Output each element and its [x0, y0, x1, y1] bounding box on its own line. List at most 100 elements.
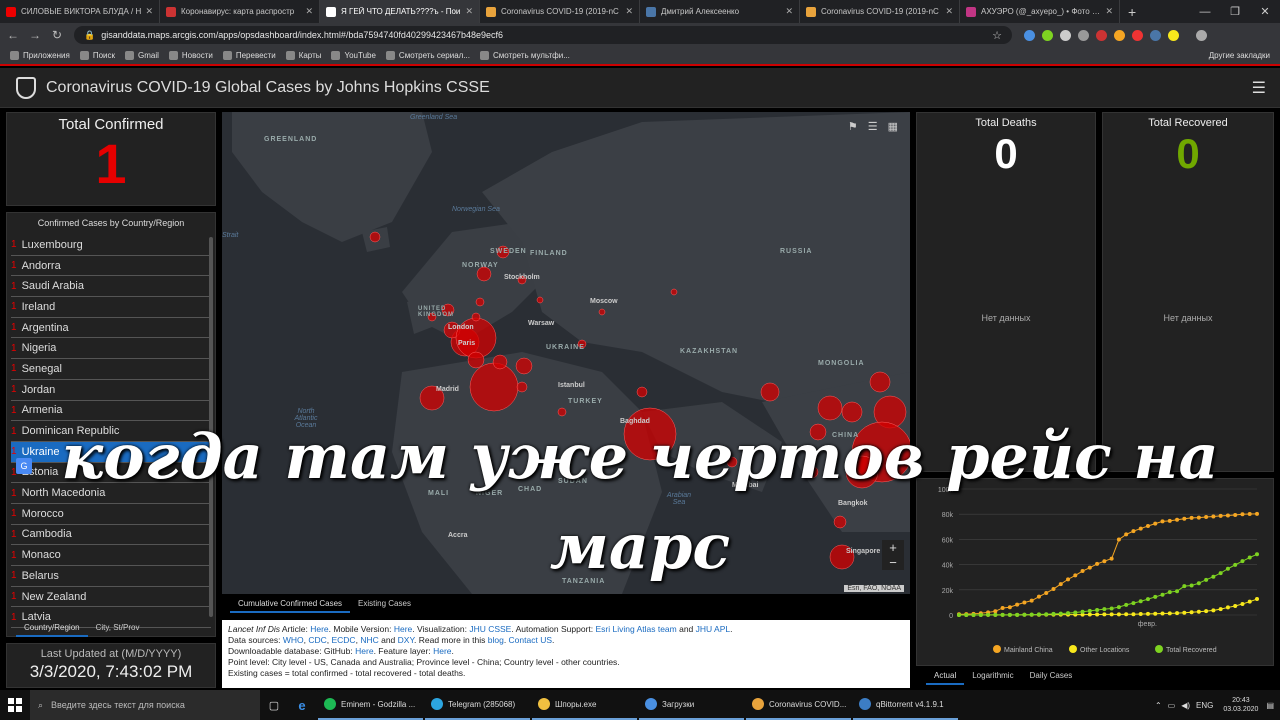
browser-tab[interactable]: СИЛОВЫЕ ВИКТОРА БЛУДА / Н ✕: [0, 0, 160, 23]
chart-point[interactable]: [1116, 612, 1121, 617]
tab-city-state[interactable]: City, St/Prov: [88, 620, 148, 637]
taskbar-app[interactable]: Telegram (285068): [425, 690, 530, 720]
chart-point[interactable]: [1066, 611, 1071, 616]
taskbar-app[interactable]: Eminem - Godzilla ...: [318, 690, 423, 720]
chart-point[interactable]: [1182, 610, 1187, 615]
chart-point[interactable]: [1153, 611, 1158, 616]
chart-point[interactable]: [1102, 607, 1107, 612]
case-marker[interactable]: [369, 231, 381, 243]
bookmark-icon[interactable]: ⚑: [848, 120, 858, 133]
chart-point[interactable]: [1000, 612, 1005, 617]
chart-point[interactable]: [1116, 605, 1121, 610]
github-link[interactable]: Here: [355, 646, 373, 656]
taskbar-app[interactable]: Шпоры.exe: [532, 690, 637, 720]
chart-point[interactable]: [1124, 602, 1129, 607]
chart-point[interactable]: [1131, 612, 1136, 617]
case-marker[interactable]: [475, 297, 485, 307]
chart-point[interactable]: [1095, 612, 1100, 617]
list-icon[interactable]: ☰: [868, 120, 878, 133]
forward-icon[interactable]: →: [26, 28, 44, 42]
extension-icon[interactable]: [1042, 29, 1053, 41]
case-marker[interactable]: [476, 266, 492, 282]
extension-icon[interactable]: [1168, 29, 1179, 41]
chart-point[interactable]: [1051, 587, 1056, 592]
bookmark-item[interactable]: Приложения: [10, 51, 70, 60]
extension-icon[interactable]: [1114, 29, 1125, 41]
chart-point[interactable]: [1087, 608, 1092, 613]
case-marker[interactable]: [492, 354, 508, 370]
chart-point[interactable]: [1051, 611, 1056, 616]
close-icon[interactable]: ✕: [1250, 5, 1280, 18]
cdc-link[interactable]: CDC: [308, 635, 326, 645]
bookmark-item[interactable]: Смотреть сериал...: [385, 51, 470, 60]
chart-point[interactable]: [1240, 601, 1245, 606]
tab-close-icon[interactable]: ✕: [305, 6, 313, 17]
chart-point[interactable]: [1036, 594, 1041, 599]
case-marker[interactable]: [841, 401, 863, 423]
chart-point[interactable]: [1204, 609, 1209, 614]
case-marker[interactable]: [469, 362, 519, 412]
country-list-item[interactable]: 1 Nigeria: [11, 338, 211, 360]
chart-point[interactable]: [1007, 605, 1012, 610]
extension-icon[interactable]: [1150, 29, 1161, 41]
taskbar-app[interactable]: Coronavirus COVID...: [746, 690, 851, 720]
extension-icon[interactable]: [1132, 29, 1143, 41]
country-list-item[interactable]: 1 Jordan: [11, 380, 211, 401]
dxy-link[interactable]: DXY: [398, 635, 414, 645]
esri-link[interactable]: Esri Living Atlas team: [595, 624, 676, 634]
chart-point[interactable]: [993, 609, 998, 614]
chart-point[interactable]: [1175, 611, 1180, 616]
chart-point[interactable]: [1015, 602, 1020, 607]
ecdc-link[interactable]: ECDC: [331, 635, 355, 645]
chart-point[interactable]: [1029, 612, 1034, 617]
blog-link[interactable]: blog: [488, 635, 504, 645]
case-marker[interactable]: [869, 371, 891, 393]
chart-point[interactable]: [1044, 590, 1049, 595]
bookmark-item[interactable]: Поиск: [79, 51, 115, 60]
chart-point[interactable]: [1007, 612, 1012, 617]
chart-point[interactable]: [1080, 609, 1085, 614]
jhu-csse-link[interactable]: JHU CSSE: [469, 624, 511, 634]
chart-point[interactable]: [1044, 612, 1049, 617]
chart-point[interactable]: [1145, 611, 1150, 616]
chart-point[interactable]: [1145, 597, 1150, 602]
browser-tab[interactable]: Я ГЕЙ ЧТО ДЕЛАТЬ????ъ - Пои ✕: [320, 0, 480, 23]
bookmark-item[interactable]: Смотреть мультфи...: [479, 51, 570, 60]
hamburger-menu-icon[interactable]: ☰: [1252, 78, 1266, 98]
tab-country-region[interactable]: Country/Region: [16, 620, 88, 637]
chart-point[interactable]: [964, 612, 969, 617]
chart-point[interactable]: [1233, 603, 1238, 608]
chart-point[interactable]: [1109, 606, 1114, 611]
basemap-gallery-icon[interactable]: ▦: [888, 120, 898, 133]
chart-point[interactable]: [1036, 612, 1041, 617]
tab-logarithmic[interactable]: Logarithmic: [964, 668, 1021, 685]
extension-icon[interactable]: [1024, 29, 1035, 41]
tab-close-icon[interactable]: ✕: [465, 6, 473, 17]
maximize-icon[interactable]: ❐: [1220, 5, 1250, 18]
tab-close-icon[interactable]: ✕: [625, 6, 633, 17]
chart-point[interactable]: [1022, 612, 1027, 617]
url-input[interactable]: 🔒 gisanddata.maps.arcgis.com/apps/opsdas…: [74, 26, 1012, 44]
minimize-icon[interactable]: —: [1190, 6, 1220, 18]
back-icon[interactable]: ←: [4, 28, 22, 42]
task-view-icon[interactable]: ▢: [260, 699, 288, 712]
chart-point[interactable]: [1225, 605, 1230, 610]
chart-point[interactable]: [1087, 612, 1092, 617]
browser-tab[interactable]: Дмитрий Алексеенко ✕: [640, 0, 800, 23]
feature-layer-link[interactable]: Here: [433, 646, 451, 656]
country-list-item[interactable]: 1 Saudi Arabia: [11, 276, 211, 298]
notifications-icon[interactable]: ▤: [1266, 701, 1274, 710]
chart-point[interactable]: [1138, 612, 1143, 617]
tab-actual[interactable]: Actual: [926, 668, 965, 685]
volume-icon[interactable]: ◀): [1181, 701, 1190, 710]
case-marker[interactable]: [516, 381, 528, 393]
case-marker[interactable]: [515, 357, 533, 375]
case-marker[interactable]: [817, 395, 843, 421]
bookmark-item[interactable]: Перевести: [222, 51, 276, 60]
chart-point[interactable]: [986, 612, 991, 617]
chart-point[interactable]: [1189, 583, 1194, 588]
chart-point[interactable]: [1196, 609, 1201, 614]
country-list-item[interactable]: 1 New Zealand: [11, 587, 211, 608]
bookmark-item[interactable]: Gmail: [124, 51, 159, 60]
jhu-apl-link[interactable]: JHU APL: [696, 624, 731, 634]
